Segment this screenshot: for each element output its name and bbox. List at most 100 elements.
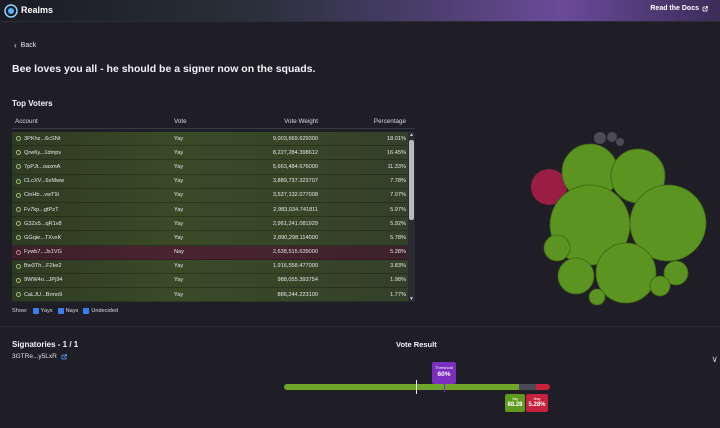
- nay-result-value: 5.28%: [528, 402, 546, 408]
- voter-vote: Yay: [174, 135, 184, 142]
- voter-weight: 988,055.393754: [277, 277, 318, 284]
- voter-vote: Yay: [174, 277, 184, 284]
- filter-undecided-checkbox[interactable]: Undecided: [83, 308, 118, 314]
- threshold-marker: [444, 380, 445, 392]
- voter-account: CaLJU...Brmo9: [24, 291, 63, 298]
- voter-status-icon: [16, 164, 21, 170]
- voter-percentage: 5.78%: [390, 234, 406, 241]
- yay-result-box: Yay 88.28: [505, 394, 525, 412]
- table-row[interactable]: 9WW4o...JPj94 Yay 988,055.393754 1.98%: [12, 273, 412, 289]
- voter-percentage: 3.83%: [390, 263, 406, 270]
- voter-vote: Yay: [174, 234, 184, 241]
- filter-undecided-label: Undecided: [91, 308, 119, 314]
- voter-status-icon: [16, 192, 21, 198]
- signatory-address: 3GTRe...y5LxR: [12, 353, 57, 360]
- voter-weight: 5,663,484.676000: [272, 163, 318, 170]
- voter-weight: 3,537,132.077008: [272, 192, 318, 199]
- voter-status-icon: [16, 150, 21, 156]
- chevron-down-icon[interactable]: ∨: [711, 354, 718, 365]
- voter-bubble[interactable]: [607, 132, 617, 142]
- voter-account: 7pPJt...oaxmA: [24, 163, 61, 170]
- voter-bubble[interactable]: [594, 132, 606, 144]
- voter-weight: 9,003,669.629300: [272, 135, 318, 142]
- filter-yays-checkbox[interactable]: Yays: [32, 308, 53, 314]
- voter-status-icon: [16, 178, 21, 184]
- external-link-icon: [702, 5, 708, 11]
- voter-bubble[interactable]: [543, 234, 571, 262]
- voter-bubble[interactable]: [649, 275, 671, 297]
- read-docs-label: Read the Docs: [650, 5, 699, 12]
- voter-bubble[interactable]: [616, 138, 624, 146]
- read-docs-link[interactable]: Read the Docs: [650, 5, 708, 12]
- voter-vote: Yay: [174, 220, 184, 227]
- vote-bar-nay: [536, 384, 550, 390]
- voter-percentage: 1.77%: [390, 291, 406, 298]
- signatory-address-link[interactable]: 3GTRe...y5LxR: [12, 353, 67, 360]
- table-row[interactable]: Qrw6y...1dmpv Yay 8,227,284.398612 16.45%: [12, 146, 412, 161]
- voter-account: Qrw6y...1dmpv: [24, 149, 62, 156]
- scroll-down-icon[interactable]: ▼: [408, 296, 415, 302]
- voter-status-icon: [16, 235, 21, 241]
- table-row[interactable]: G3Zx5...qR1v8 Yay 2,961,241.081929 5.92%: [12, 217, 412, 232]
- table-row[interactable]: 7pPJt...oaxmA Yay 5,663,484.676000 11.33%: [12, 160, 412, 175]
- threshold-label: Threshold: [435, 365, 453, 370]
- voter-account: CLcXV...6sMww: [24, 178, 65, 185]
- voter-weight: 3,889,737.323707: [272, 178, 318, 185]
- voter-weight: 1,916,558.477000: [272, 263, 318, 270]
- table-row[interactable]: CLcXV...6sMww Yay 3,889,737.323707 7.78%: [12, 174, 412, 189]
- voter-vote: Yay: [174, 291, 184, 298]
- scroll-up-icon[interactable]: ▲: [408, 132, 415, 138]
- voter-account: CinHb...vwT9i: [24, 192, 59, 199]
- voter-status-icon: [16, 207, 21, 213]
- col-account-header[interactable]: Account: [12, 118, 174, 125]
- proposal-title: Bee loves you all - he should be a signe…: [12, 63, 316, 75]
- table-body: 3PKhz...6cSNt Yay 9,003,669.629300 18.01% Q…: [12, 132, 412, 302]
- vote-result-heading: Vote Result: [396, 340, 437, 349]
- vote-bar-marker: [416, 380, 417, 394]
- realms-logo-icon[interactable]: [4, 4, 18, 18]
- filter-nays-checkbox[interactable]: Nays: [57, 308, 79, 314]
- col-percentage-header[interactable]: Percentage: [318, 118, 406, 125]
- voter-bubble[interactable]: [595, 242, 657, 304]
- top-nav-bar: Realms Read the Docs: [0, 0, 720, 22]
- voter-vote: Yay: [174, 149, 184, 156]
- voter-vote: Yay: [174, 263, 184, 270]
- voter-percentage: 1.98%: [390, 277, 406, 284]
- voter-bubble[interactable]: [557, 257, 595, 295]
- section-divider: [0, 326, 720, 327]
- filter-nays-label: Nays: [65, 308, 79, 314]
- back-button[interactable]: ‹ Back: [14, 41, 36, 50]
- nay-result-label: Nay: [533, 396, 541, 401]
- table-row[interactable]: CaLJU...Brmo9 Yay 886,244.223100 1.77%: [12, 288, 412, 302]
- voter-percentage: 7.07%: [390, 192, 406, 199]
- voter-percentage: 11.33%: [387, 163, 406, 170]
- voter-weight: 2,638,515.639000: [272, 249, 318, 256]
- voter-bubble[interactable]: [588, 288, 606, 306]
- table-row[interactable]: Bw3Th...F2ke2 Yay 1,916,558.477000 3.83%: [12, 259, 412, 274]
- voter-vote: Yay: [174, 206, 184, 213]
- external-link-icon: [61, 353, 67, 359]
- voter-vote: Yay: [174, 192, 184, 199]
- voter-account: 9WW4o...JPj94: [24, 277, 63, 284]
- table-row[interactable]: CinHb...vwT9i Yay 3,537,132.077008 7.07%: [12, 188, 412, 203]
- voter-weight: 2,961,241.081929: [272, 220, 318, 227]
- col-weight-header[interactable]: Vote Weight: [214, 118, 318, 125]
- voter-account: Fv7kp...gtPzT: [24, 206, 59, 213]
- vote-filters: Show: Yays Nays Undecided: [12, 308, 118, 314]
- table-row[interactable]: 3PKhz...6cSNt Yay 9,003,669.629300 18.01%: [12, 132, 412, 147]
- checkbox-icon: [57, 308, 64, 314]
- table-row[interactable]: Fv7kp...gtPzT Yay 2,983,034.741811 5.97%: [12, 202, 412, 218]
- top-voters-heading: Top Voters: [12, 99, 53, 108]
- table-scrollbar[interactable]: ▲ ▼: [408, 132, 415, 302]
- vote-bar-undecided: [519, 384, 536, 390]
- vote-bar-yay: [284, 384, 519, 390]
- voter-account: Bw3Th...F2ke2: [24, 263, 62, 270]
- voter-percentage: 5.92%: [390, 220, 406, 227]
- voter-weight: 886,244.223100: [277, 291, 318, 298]
- scrollbar-thumb[interactable]: [409, 140, 414, 220]
- table-row[interactable]: GGqie...TXvxK Yay 2,890,298.114000 5.78%: [12, 231, 412, 246]
- col-vote-header[interactable]: Vote: [174, 118, 214, 125]
- voter-account: G3Zx5...qR1v8: [24, 220, 62, 227]
- app-title[interactable]: Realms: [21, 5, 53, 15]
- table-row[interactable]: Fywb7...Js1VG Nay 2,638,515.639000 5.28%: [12, 245, 412, 260]
